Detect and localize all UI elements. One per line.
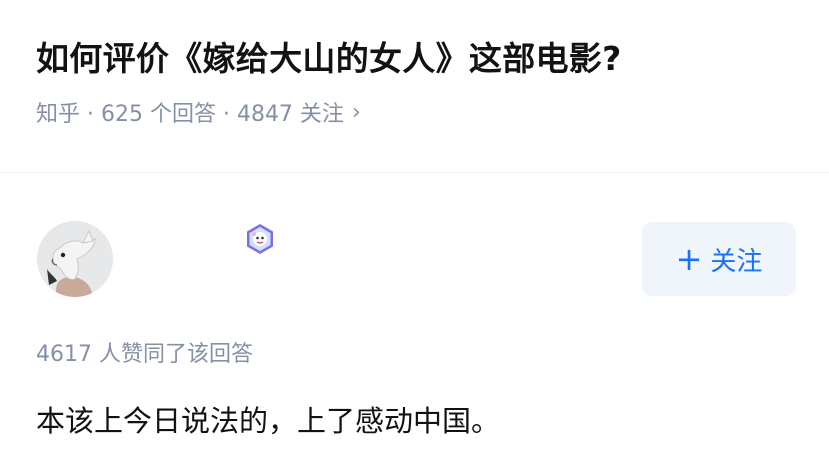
creator-badge-icon — [243, 222, 277, 256]
plus-icon: + — [675, 240, 703, 278]
question-meta[interactable]: 知乎 · 625 个回答 · 4847 关注 › — [36, 96, 361, 128]
follow-button-label: 关注 — [710, 246, 763, 277]
vote-count-text: 4617 人赞同了该回答 — [36, 342, 253, 367]
avatar[interactable] — [37, 221, 113, 297]
answer-page: 如何评价《嫁给大山的女人》这部电影? 知乎 · 625 个回答 · 4847 关… — [0, 0, 829, 475]
question-meta-text: 知乎 · 625 个回答 · 4847 关注 — [36, 102, 344, 127]
follow-button[interactable]: + 关注 — [642, 222, 796, 296]
chevron-right-icon: › — [351, 99, 361, 125]
question-title[interactable]: 如何评价《嫁给大山的女人》这部电影? — [36, 32, 622, 80]
section-divider — [0, 172, 829, 173]
answer-content[interactable]: 本该上今日说法的，上了感动中国。 — [36, 398, 500, 440]
horse-mask-avatar-icon — [37, 221, 113, 297]
